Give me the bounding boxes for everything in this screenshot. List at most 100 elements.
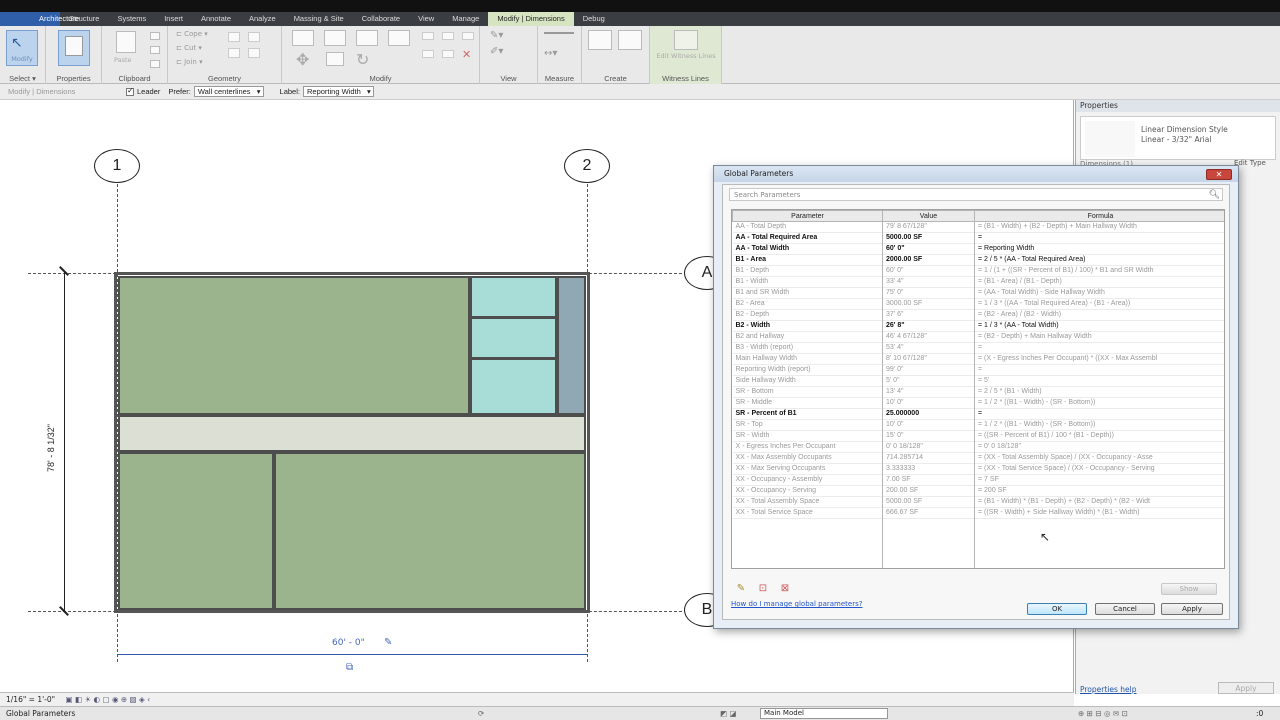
parameter-cell[interactable]: XX - Total Service Space	[732, 507, 883, 519]
parameter-cell[interactable]: AA - Total Width	[732, 243, 883, 255]
parameter-cell[interactable]: SR - Width	[732, 430, 883, 442]
header-formula[interactable]: Formula	[974, 210, 1224, 222]
tab-architecture[interactable]: Architecture	[30, 12, 79, 26]
leader-checkbox[interactable]	[126, 86, 134, 96]
value-cell[interactable]: 5000.00 SF	[882, 232, 975, 244]
main-hallway[interactable]	[118, 415, 586, 452]
tab-modify-dimensions[interactable]: Modify | Dimensions	[488, 12, 574, 26]
value-cell[interactable]: 26' 8"	[882, 320, 975, 332]
formula-cell[interactable]: = (XX - Total Assembly Space) / (XX - Oc…	[974, 452, 1224, 464]
move-icon[interactable]: ✥	[296, 50, 309, 69]
value-cell[interactable]: 10' 0"	[882, 419, 975, 431]
formula-cell[interactable]: = 1 / 2 * ((B1 - Width) - (SR - Bottom))	[974, 419, 1224, 431]
demolish-icon[interactable]	[248, 48, 260, 58]
edit-parameter-icon[interactable]: ✎	[735, 583, 747, 595]
table-row[interactable]: SR - Middle 10' 0" = 1 / 2 * ((B1 - Width)…	[732, 397, 1224, 409]
value-cell[interactable]: 75' 0"	[882, 287, 975, 299]
side-hallway[interactable]	[557, 276, 586, 415]
tab-insert[interactable]: Insert	[155, 12, 192, 26]
value-cell[interactable]: 37' 6"	[882, 309, 975, 321]
mirror-draw-icon[interactable]	[388, 30, 410, 46]
create-assembly-icon[interactable]	[588, 30, 612, 50]
select-panel-label[interactable]: Select ▾	[0, 74, 45, 83]
value-cell[interactable]: 7.00 SF	[882, 474, 975, 486]
hide-element-icon[interactable]: ✐▾	[490, 46, 503, 57]
value-cell[interactable]: 5000.00 SF	[882, 496, 975, 508]
table-row[interactable]: XX - Occupancy - Serving 200.00 SF = 200 S…	[732, 485, 1224, 497]
parameter-cell[interactable]: XX - Total Assembly Space	[732, 496, 883, 508]
room-sr-middle[interactable]	[470, 317, 557, 359]
value-cell[interactable]: 60' 0"	[882, 243, 975, 255]
parameter-cell[interactable]: B2 - Depth	[732, 309, 883, 321]
properties-button[interactable]	[58, 30, 90, 66]
horizontal-dimension-text[interactable]: 60' - 0"	[332, 638, 365, 648]
formula-cell[interactable]: =	[974, 232, 1224, 244]
value-cell[interactable]: 46' 4 67/128"	[882, 331, 975, 343]
header-parameter[interactable]: Parameter	[732, 210, 883, 222]
array-icon[interactable]	[422, 50, 434, 58]
ok-button[interactable]: OK	[1027, 603, 1087, 615]
table-row[interactable]: Reporting Width (report) 99' 0" =	[732, 364, 1224, 376]
value-cell[interactable]: 8' 10 67/128"	[882, 353, 975, 365]
tab-annotate[interactable]: Annotate	[192, 12, 240, 26]
value-cell[interactable]: 79' 8 67/128"	[882, 221, 975, 233]
match-properties-icon[interactable]	[150, 60, 160, 68]
tab-structure[interactable]: Structure	[60, 12, 108, 26]
mirror-axis-icon[interactable]	[356, 30, 378, 46]
parameter-cell[interactable]: B2 and Hallway	[732, 331, 883, 343]
table-row[interactable]: XX - Max Serving Occupants 3.333333 = (XX …	[732, 463, 1224, 475]
offset-icon[interactable]	[324, 30, 346, 46]
type-selector[interactable]: Linear Dimension Style Linear - 3/32" Ar…	[1080, 116, 1276, 160]
value-cell[interactable]: 714.285714	[882, 452, 975, 464]
table-row[interactable]: X - Egress Inches Per Occupant 0' 0 18/12…	[732, 441, 1224, 453]
formula-cell[interactable]: = 0' 0 18/128"	[974, 441, 1224, 453]
wall-joins-icon[interactable]	[228, 32, 240, 42]
formula-cell[interactable]: = 5'	[974, 375, 1224, 387]
formula-cell[interactable]: = ((SR - Percent of B1) / 100 * (B1 - De…	[974, 430, 1224, 442]
table-row[interactable]: XX - Max Assembly Occupants 714.285714 = (…	[732, 452, 1224, 464]
delete-icon[interactable]: ✕	[462, 48, 471, 61]
tab-manage[interactable]: Manage	[443, 12, 488, 26]
room-b1[interactable]	[118, 276, 470, 415]
parameter-cell[interactable]: B1 - Depth	[732, 265, 883, 277]
help-link[interactable]: How do I manage global parameters?	[731, 600, 862, 608]
active-model-select[interactable]: Main Model	[760, 708, 888, 719]
formula-cell[interactable]: =	[974, 364, 1224, 376]
value-cell[interactable]: 5' 0"	[882, 375, 975, 387]
parameter-cell[interactable]: B1 and SR Width	[732, 287, 883, 299]
parameter-cell[interactable]: X - Egress Inches Per Occupant	[732, 441, 883, 453]
parameter-cell[interactable]: SR - Bottom	[732, 386, 883, 398]
formula-cell[interactable]: = 7 SF	[974, 474, 1224, 486]
tab-systems[interactable]: Systems	[108, 12, 155, 26]
create-parts-icon[interactable]	[618, 30, 642, 50]
table-row[interactable]: SR - Percent of B1 25.000000 =	[732, 408, 1224, 420]
edit-witness-lines-icon[interactable]	[674, 30, 698, 50]
parameter-cell[interactable]: B2 - Width	[732, 320, 883, 332]
new-parameter-icon[interactable]: ⊡	[757, 583, 769, 595]
grid-bubble-1[interactable]: 1	[94, 149, 140, 183]
grid-bubble-2[interactable]: 2	[564, 149, 610, 183]
cut-geometry-button[interactable]: ⊏ Cut ▾	[176, 44, 202, 52]
apply-button[interactable]: Apply	[1161, 603, 1223, 615]
parameter-cell[interactable]: SR - Percent of B1	[732, 408, 883, 420]
delete-parameter-icon[interactable]: ⊠	[779, 583, 791, 595]
parameter-cell[interactable]: SR - Top	[732, 419, 883, 431]
app-menu-button[interactable]	[0, 12, 30, 26]
cut-icon[interactable]	[150, 32, 160, 40]
parameter-cell[interactable]: Side Hallway Width	[732, 375, 883, 387]
table-row[interactable]: XX - Occupancy - Assembly 7.00 SF = 7 SF	[732, 474, 1224, 486]
properties-help-link[interactable]: Properties help	[1080, 685, 1137, 694]
table-row[interactable]: Main Hallway Width 8' 10 67/128" = (X - Eg…	[732, 353, 1224, 365]
parameter-cell[interactable]: XX - Occupancy - Serving	[732, 485, 883, 497]
formula-cell[interactable]: = (XX - Total Service Space) / (XX - Occ…	[974, 463, 1224, 475]
parameter-cell[interactable]: AA - Total Required Area	[732, 232, 883, 244]
table-row[interactable]: SR - Bottom 13' 4" = 2 / 5 * (B1 - Width)	[732, 386, 1224, 398]
parameter-cell[interactable]: B3 - Width (report)	[732, 342, 883, 354]
rotate-icon[interactable]: ↻	[356, 50, 369, 69]
selection-filter-icons[interactable]: ⊕ ⊞ ⊟ ◎ ✉ ⊡	[1078, 707, 1128, 720]
pin-icon[interactable]	[462, 32, 474, 40]
formula-cell[interactable]: = (B2 - Depth) + Main Hallway Width	[974, 331, 1224, 343]
filter-count[interactable]: :0	[1256, 707, 1263, 720]
table-row[interactable]: SR - Top 10' 0" = 1 / 2 * ((B1 - Width) - …	[732, 419, 1224, 431]
view-override-icon[interactable]: ✎▾	[490, 30, 503, 41]
